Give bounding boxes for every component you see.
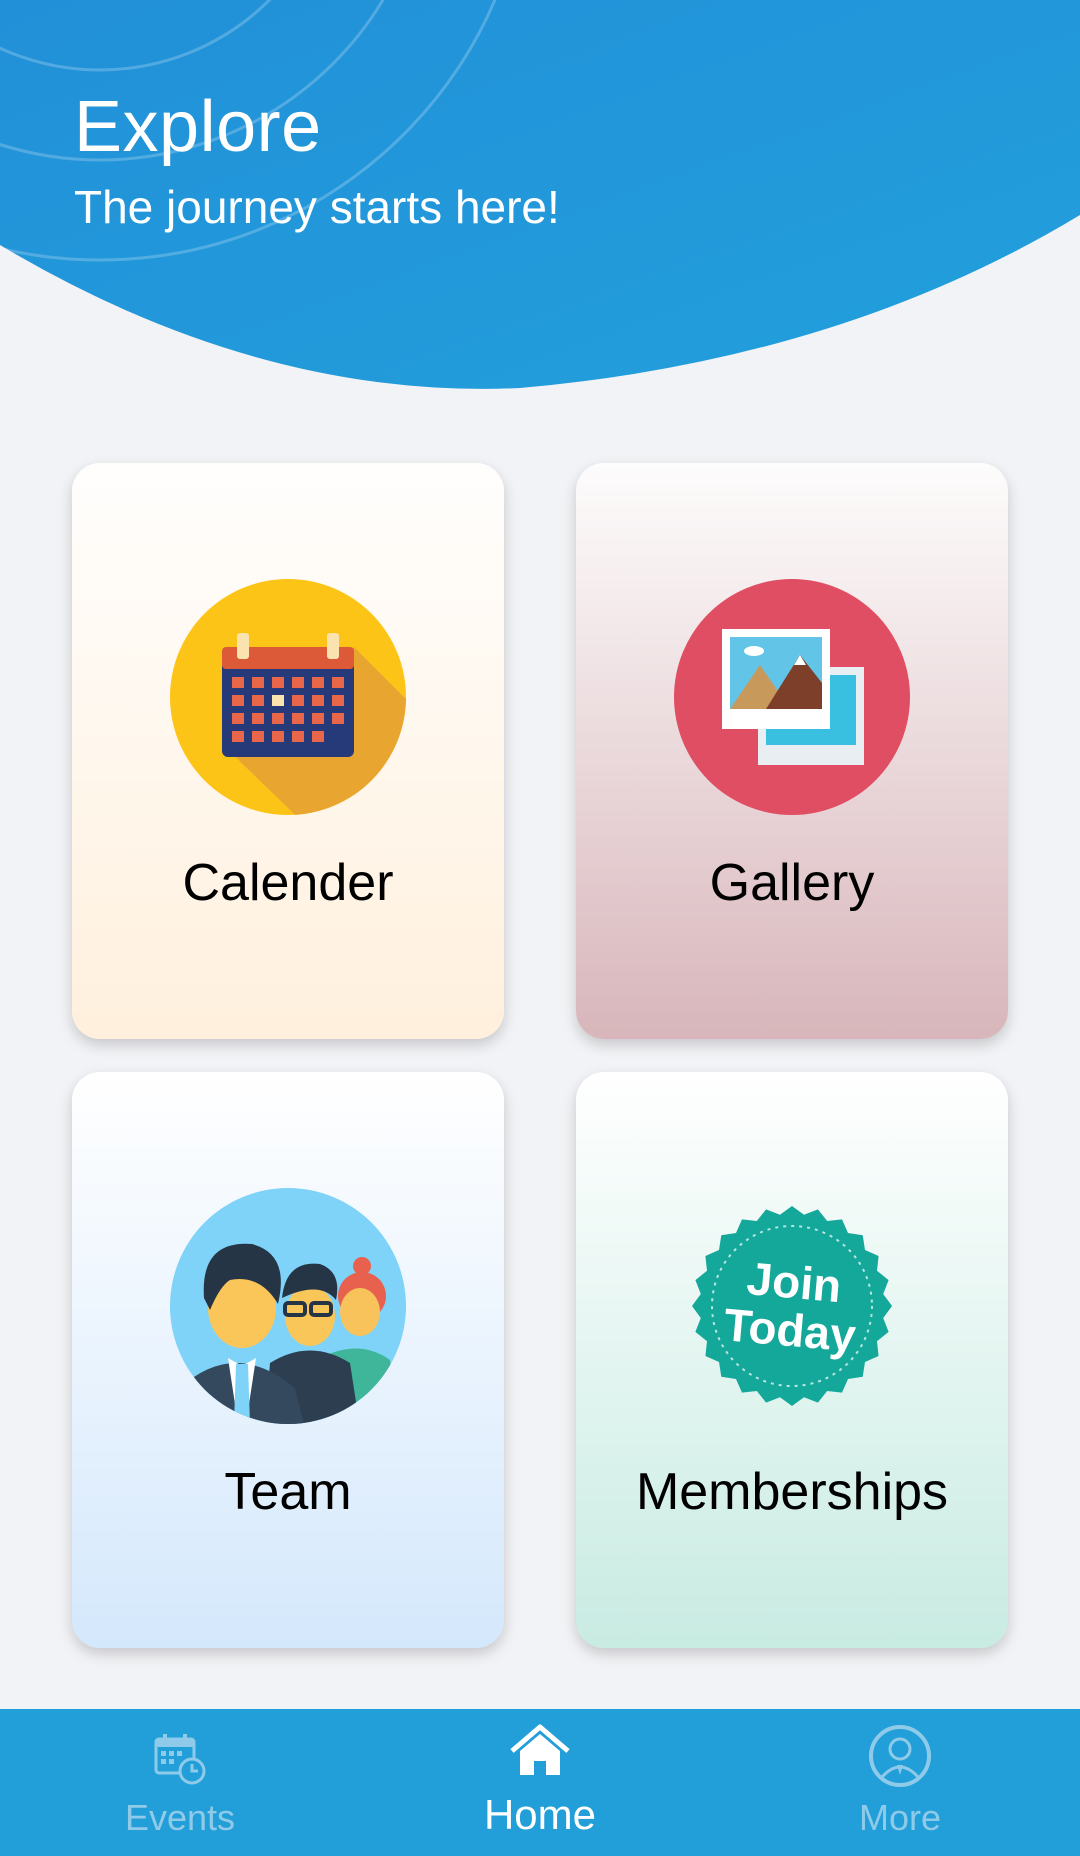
memberships-card[interactable]: Join Today Memberships	[576, 1072, 1008, 1648]
team-icon	[170, 1188, 406, 1424]
bottom-navigation: Events Home More	[0, 1709, 1080, 1856]
home-icon	[410, 1723, 670, 1795]
gallery-card[interactable]: Gallery	[576, 463, 1008, 1039]
join-today-icon: Join Today	[674, 1188, 910, 1424]
memberships-card-label: Memberships	[635, 1463, 949, 1521]
team-card[interactable]: Team	[72, 1072, 504, 1648]
calendar-card[interactable]: Calender	[72, 463, 504, 1039]
events-icon	[50, 1723, 310, 1795]
nav-item-events[interactable]: Events	[50, 1709, 310, 1856]
header-banner: Explore The journey starts here!	[0, 0, 1080, 400]
page-title: Explore	[74, 87, 322, 167]
profile-icon	[770, 1723, 1030, 1795]
calendar-card-label: Calender	[182, 854, 394, 912]
gallery-icon	[674, 579, 910, 815]
nav-item-home[interactable]: Home	[410, 1709, 670, 1856]
team-card-label: Team	[224, 1463, 352, 1521]
nav-label-more: More	[858, 1797, 942, 1838]
gallery-card-label: Gallery	[709, 854, 875, 912]
nav-label-events: Events	[124, 1797, 236, 1838]
nav-label-home: Home	[483, 1791, 597, 1838]
page-subtitle: The journey starts here!	[74, 181, 560, 233]
calendar-icon	[170, 579, 406, 815]
nav-item-more[interactable]: More	[770, 1709, 1030, 1856]
